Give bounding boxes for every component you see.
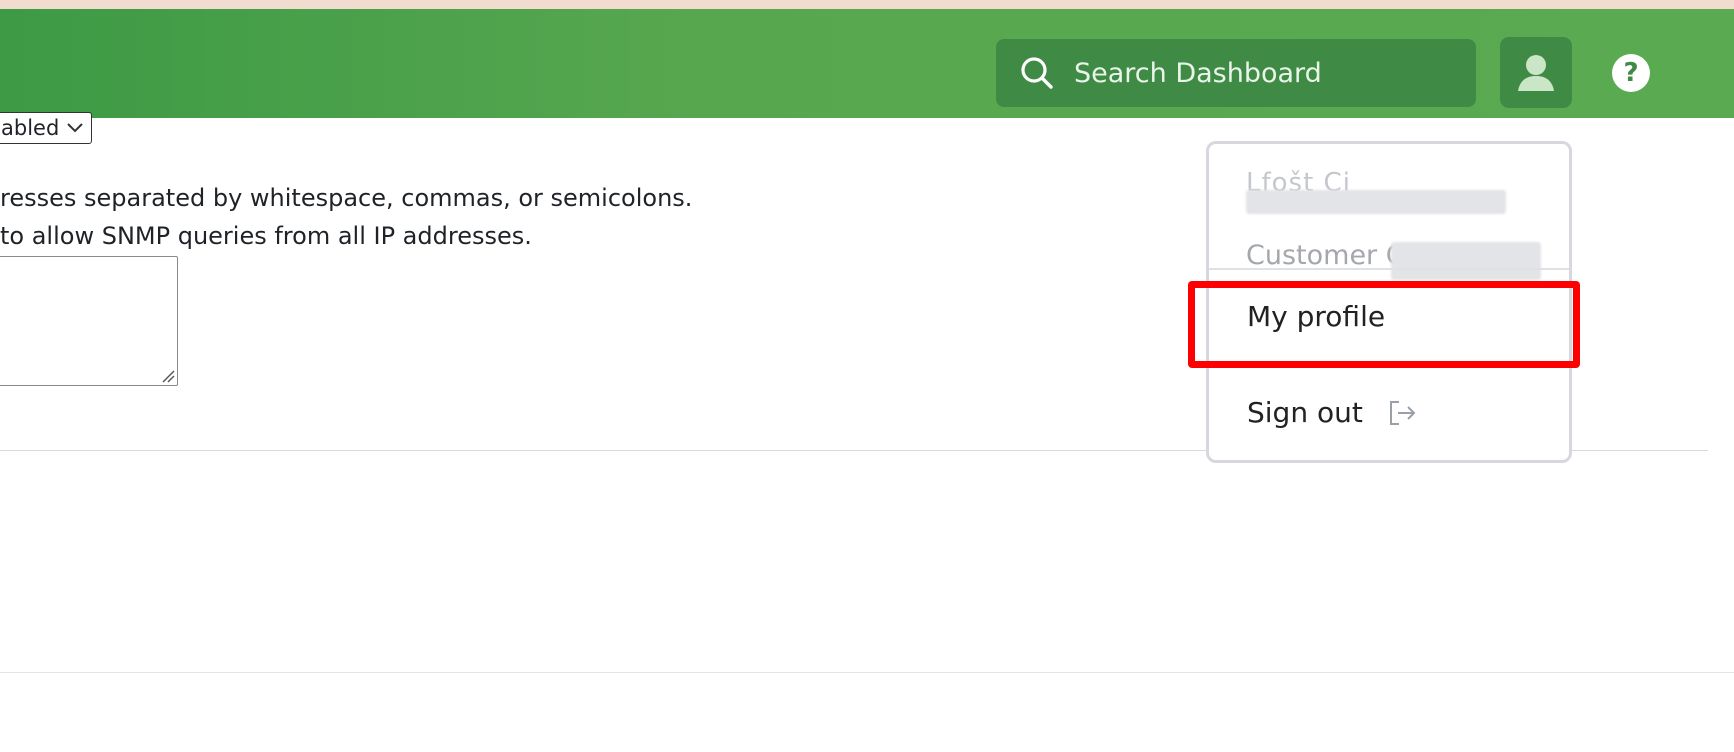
menu-item-sign-out[interactable]: Sign out <box>1247 396 1417 429</box>
menu-divider <box>1209 268 1569 270</box>
highlight-box <box>1188 281 1580 368</box>
field-help-text-line1: resses separated by whitespace, commas, … <box>0 184 693 212</box>
help-button[interactable]: ? <box>1612 54 1650 92</box>
user-avatar-icon <box>1518 54 1554 91</box>
user-info: Lfošt Ci Customer C <box>1246 168 1546 280</box>
help-icon: ? <box>1623 58 1639 88</box>
sign-out-icon <box>1389 400 1416 425</box>
section-divider <box>0 672 1734 673</box>
resize-handle-icon[interactable] <box>161 369 175 383</box>
redacted-name-overlay <box>1246 190 1506 214</box>
top-navigation-bar: Search Dashboard ? <box>0 9 1734 118</box>
search-icon <box>1021 57 1053 89</box>
user-menu-button[interactable] <box>1500 37 1572 108</box>
status-select-value: abled <box>1 116 60 140</box>
chevron-down-icon <box>67 123 84 133</box>
redacted-customer-overlay <box>1391 242 1541 280</box>
allowed-ip-addresses-textarea[interactable] <box>0 256 178 386</box>
field-help-text-line2: to allow SNMP queries from all IP addres… <box>0 222 532 250</box>
browser-top-strip <box>0 0 1734 9</box>
search-dashboard-input[interactable]: Search Dashboard <box>996 39 1476 107</box>
customer-label: Customer C <box>1246 240 1405 271</box>
menu-item-label: Sign out <box>1247 396 1363 429</box>
status-select[interactable]: abled <box>0 112 93 144</box>
search-placeholder: Search Dashboard <box>1074 57 1322 89</box>
